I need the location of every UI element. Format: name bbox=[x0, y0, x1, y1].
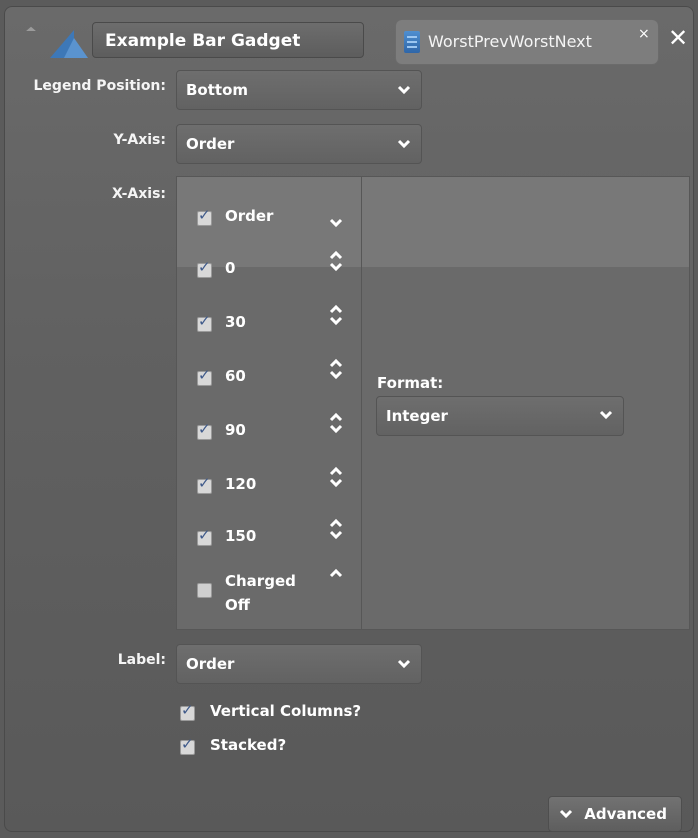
checkbox[interactable] bbox=[197, 258, 212, 278]
document-icon bbox=[404, 31, 420, 53]
x-axis-item-label: Order bbox=[225, 207, 274, 225]
reorder-controls bbox=[329, 411, 345, 435]
y-axis-select[interactable]: Order bbox=[176, 124, 422, 164]
chevron-down-icon[interactable] bbox=[329, 261, 343, 273]
advanced-label: Advanced bbox=[584, 805, 667, 823]
collapse-arrow-icon[interactable] bbox=[22, 24, 40, 38]
label-value: Order bbox=[186, 655, 235, 673]
chevron-up-icon[interactable] bbox=[329, 357, 343, 369]
reorder-controls bbox=[329, 217, 345, 229]
format-value: Integer bbox=[386, 407, 448, 425]
x-axis-item-label: 0 bbox=[225, 259, 236, 277]
checkbox[interactable] bbox=[197, 526, 212, 546]
vertical-columns-label: Vertical Columns? bbox=[210, 702, 362, 720]
chevron-down-icon bbox=[397, 659, 411, 669]
reorder-controls bbox=[329, 303, 345, 327]
chevron-down-icon[interactable] bbox=[329, 217, 343, 229]
gadget-title-input[interactable]: Example Bar Gadget bbox=[92, 22, 364, 58]
format-select[interactable]: Integer bbox=[376, 396, 624, 436]
chevron-up-icon[interactable] bbox=[329, 517, 343, 529]
x-axis-item-label: 90 bbox=[225, 421, 246, 439]
chevron-up-icon[interactable] bbox=[329, 303, 343, 315]
checkbox[interactable] bbox=[197, 206, 212, 226]
x-axis-item-label: 30 bbox=[225, 313, 246, 331]
chevron-up-icon[interactable] bbox=[329, 465, 343, 477]
chevron-up-icon[interactable] bbox=[329, 567, 343, 579]
chevron-down-icon[interactable] bbox=[329, 369, 343, 381]
checkbox[interactable] bbox=[197, 583, 212, 598]
divider bbox=[361, 177, 362, 629]
x-axis-label: X-Axis: bbox=[111, 186, 166, 202]
reorder-controls bbox=[329, 357, 345, 381]
y-axis-label: Y-Axis: bbox=[113, 132, 167, 148]
x-axis-item-label: 60 bbox=[225, 367, 246, 385]
vertical-columns-checkbox[interactable] bbox=[180, 701, 195, 721]
chevron-up-icon[interactable] bbox=[329, 249, 343, 261]
blue-triangle-logo-icon bbox=[50, 30, 88, 58]
checkbox[interactable] bbox=[197, 420, 212, 440]
checkbox[interactable] bbox=[197, 312, 212, 332]
reorder-controls bbox=[329, 465, 345, 489]
tab-label: WorstPrevWorstNext bbox=[428, 32, 592, 51]
chevron-down-icon[interactable] bbox=[329, 315, 343, 327]
chevron-down-icon[interactable] bbox=[329, 423, 343, 435]
reorder-controls bbox=[329, 517, 345, 541]
chevron-down-icon bbox=[599, 410, 613, 420]
stacked-label: Stacked? bbox=[210, 736, 287, 754]
advanced-button[interactable]: Advanced bbox=[548, 796, 682, 832]
legend-position-select[interactable]: Bottom bbox=[176, 70, 422, 110]
chevron-up-icon[interactable] bbox=[329, 411, 343, 423]
chevron-down-icon bbox=[397, 139, 411, 149]
legend-position-value: Bottom bbox=[186, 81, 249, 99]
y-axis-value: Order bbox=[186, 135, 235, 153]
chevron-down-icon[interactable] bbox=[329, 529, 343, 541]
chevron-down-icon bbox=[559, 809, 573, 819]
tab-worstprevworstnext[interactable]: WorstPrevWorstNext × bbox=[396, 20, 658, 64]
x-axis-item-label: 120 bbox=[225, 475, 257, 493]
stacked-checkbox[interactable] bbox=[180, 735, 195, 755]
label-select[interactable]: Order bbox=[176, 644, 422, 684]
chevron-down-icon[interactable] bbox=[329, 477, 343, 489]
checkbox[interactable] bbox=[197, 474, 212, 494]
legend-position-label: Legend Position: bbox=[33, 78, 166, 94]
label-label: Label: bbox=[117, 652, 166, 668]
reorder-controls bbox=[329, 249, 345, 273]
reorder-controls bbox=[329, 567, 345, 579]
checkbox[interactable] bbox=[197, 366, 212, 386]
close-icon[interactable]: ✕ bbox=[668, 24, 688, 52]
chevron-down-icon bbox=[397, 85, 411, 95]
x-axis-item-label: Charged Off bbox=[225, 572, 296, 614]
tab-close-icon[interactable]: × bbox=[638, 26, 650, 42]
x-axis-item-label: 150 bbox=[225, 527, 257, 545]
x-axis-item-charged-off[interactable]: Charged Off bbox=[197, 569, 307, 617]
format-label: Format: bbox=[377, 374, 444, 392]
